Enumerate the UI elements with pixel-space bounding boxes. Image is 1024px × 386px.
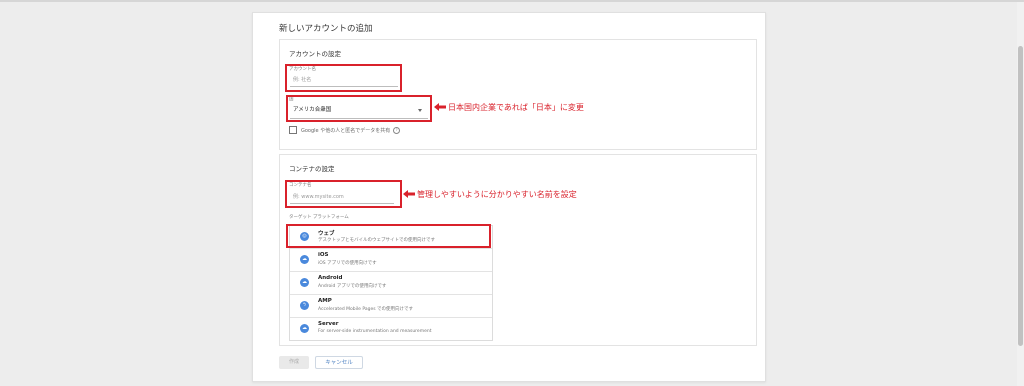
target-platform-label: ターゲット プラットフォーム: [289, 215, 349, 220]
platform-name: Android: [318, 275, 343, 281]
platform-desc: For server-side instrumentation and meas…: [318, 329, 432, 334]
help-icon[interactable]: ?: [393, 126, 401, 134]
cancel-button[interactable]: キャンセル: [315, 356, 363, 369]
highlight-account-name: [285, 64, 402, 92]
arrow-left-icon: [403, 190, 415, 198]
share-data-label: Google や他の人と匿名でデータを共有: [301, 127, 391, 134]
platform-desc: iOS アプリでの使用向けです: [318, 261, 377, 266]
share-data-checkbox[interactable]: [289, 126, 297, 134]
create-button[interactable]: 作成: [279, 356, 309, 369]
platform-desc: Accelerated Mobile Pages での使用向けです: [318, 307, 414, 312]
platform-name: AMP: [318, 298, 332, 304]
container-annotation: 管理しやすいように分かりやすい名前を設定: [417, 190, 577, 199]
cloud-icon: ☁: [300, 278, 309, 287]
account-section-title: アカウントの設定: [289, 50, 341, 58]
amp-bolt-icon: ϟ: [300, 301, 309, 310]
top-border: [0, 0, 1024, 2]
platform-amp[interactable]: ϟ AMP Accelerated Mobile Pages での使用向けです: [290, 295, 492, 318]
platform-server[interactable]: ☁ Server For server-side instrumentation…: [290, 318, 492, 340]
country-annotation: 日本国内企業であれば「日本」に変更: [448, 103, 584, 112]
scrollbar-thumb[interactable]: [1018, 46, 1023, 346]
container-section-title: コンテナの設定: [289, 165, 335, 173]
platform-name: iOS: [318, 252, 329, 258]
account-settings-section: アカウントの設定 アカウント名 例: 社名 国 アメリカ合衆国 日本国内企業であ…: [279, 39, 757, 150]
add-account-card: 新しいアカウントの追加 アカウントの設定 アカウント名 例: 社名 国 アメリカ…: [252, 12, 766, 382]
share-data-row[interactable]: Google や他の人と匿名でデータを共有 ?: [289, 126, 401, 134]
cloud-icon: ☁: [300, 324, 309, 333]
platform-android[interactable]: ☁ Android Android アプリでの使用向けです: [290, 272, 492, 295]
platform-desc: Android アプリでの使用向けです: [318, 284, 387, 289]
page-title: 新しいアカウントの追加: [279, 24, 373, 34]
cloud-icon: ☁: [300, 255, 309, 264]
highlight-country: [286, 95, 432, 122]
container-settings-section: コンテナの設定 コンテナ名 例: www.mysite.com 管理しやすいよう…: [279, 154, 757, 346]
platform-ios[interactable]: ☁ iOS iOS アプリでの使用向けです: [290, 249, 492, 272]
highlight-container-name: [285, 180, 402, 208]
platform-name: Server: [318, 321, 339, 327]
arrow-left-icon: [434, 103, 446, 111]
highlight-web-platform: [286, 224, 491, 248]
scrollbar[interactable]: [1017, 2, 1024, 386]
